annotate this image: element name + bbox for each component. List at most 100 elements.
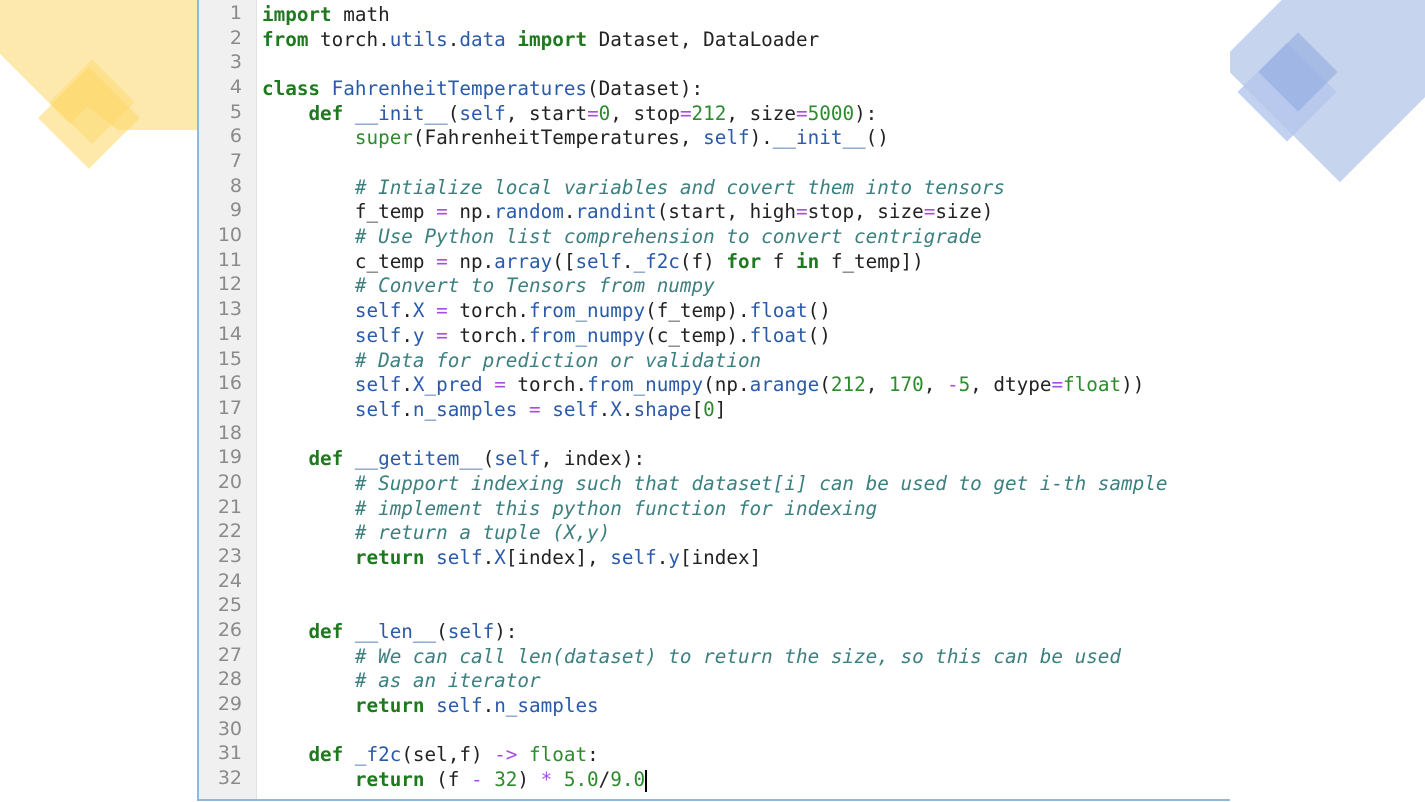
code-line[interactable]: # implement this python function for ind… bbox=[262, 496, 877, 521]
token-text: ) bbox=[517, 768, 541, 792]
code-line[interactable]: class FahrenheitTemperatures(Dataset): bbox=[262, 76, 703, 101]
token-text: f bbox=[761, 249, 797, 273]
token-text: . bbox=[447, 27, 460, 51]
line-number: 25 bbox=[217, 594, 242, 617]
token-text: . bbox=[482, 545, 495, 569]
line-number: 3 bbox=[229, 51, 242, 74]
code-line[interactable]: def __getitem__(self, index): bbox=[262, 446, 645, 471]
code-line[interactable]: self.y = torch.from_numpy(c_temp).float(… bbox=[262, 323, 831, 348]
code-line[interactable]: from torch.utils.data import Dataset, Da… bbox=[262, 27, 819, 52]
token-operator: = bbox=[436, 299, 448, 323]
token-comment: # Convert to Tensors from numpy bbox=[354, 274, 715, 298]
token-identifier: _f2c bbox=[633, 249, 680, 273]
token-operator: * bbox=[540, 768, 553, 792]
token-text: () bbox=[865, 126, 889, 150]
line-number: 7 bbox=[229, 150, 242, 173]
token-identifier: __init__ bbox=[354, 101, 448, 125]
token-identifier: self bbox=[354, 323, 402, 347]
code-line[interactable]: def __len__(self): bbox=[262, 619, 517, 644]
token-keyword: for bbox=[726, 249, 762, 273]
line-number: 31 bbox=[217, 742, 242, 765]
line-number: 12 bbox=[217, 273, 242, 296]
token-comment: # return a tuple (X,y) bbox=[354, 521, 611, 545]
code-line[interactable]: # Use Python list comprehension to conve… bbox=[262, 224, 982, 249]
token-identifier: utils bbox=[389, 27, 448, 51]
token-text: (Dataset): bbox=[587, 77, 704, 101]
token-number: 0 bbox=[703, 397, 715, 421]
token-text: (f_temp). bbox=[645, 299, 750, 323]
token-text: , start bbox=[505, 101, 588, 125]
code-line[interactable]: # Intialize local variables and covert t… bbox=[262, 175, 1005, 200]
code-line[interactable]: self.n_samples = self.X.shape[0] bbox=[262, 397, 727, 422]
token-identifier: __getitem__ bbox=[354, 447, 483, 471]
line-number: 21 bbox=[217, 495, 242, 518]
line-number: 20 bbox=[217, 470, 242, 493]
token-text: )) bbox=[1121, 373, 1145, 397]
token-operator: -> bbox=[494, 743, 518, 767]
code-line[interactable]: # Data for prediction or validation bbox=[262, 348, 761, 373]
token-identifier: self bbox=[447, 620, 495, 643]
token-keyword: return bbox=[354, 768, 425, 792]
token-comment: # Data for prediction or validation bbox=[354, 348, 762, 372]
token-text: , stop bbox=[610, 101, 680, 125]
line-number: 2 bbox=[229, 26, 242, 49]
code-line[interactable]: return (f - 32) * 5.0/9.0 bbox=[262, 767, 648, 792]
code-line[interactable]: self.X_pred = torch.from_numpy(np.arange… bbox=[262, 372, 1144, 397]
token-operator: = bbox=[436, 323, 448, 347]
line-number: 16 bbox=[217, 372, 242, 395]
code-editor[interactable]: 1 2 3 4 5 6 7 8 9 10 11 12 13 14 15 16 17 18 19 20 21 22 23 24 2… bbox=[197, 0, 1230, 801]
token-text: f_temp bbox=[262, 200, 437, 224]
line-number: 11 bbox=[217, 248, 242, 271]
code-line[interactable]: def _f2c(sel,f) -> float: bbox=[262, 742, 598, 767]
code-line[interactable]: return self.X[index], self.y[index] bbox=[262, 545, 761, 570]
code-line[interactable]: super(FahrenheitTemperatures, self).__in… bbox=[262, 125, 889, 150]
code-line[interactable]: # Support indexing such that dataset[i] … bbox=[262, 471, 1168, 496]
line-number: 23 bbox=[217, 544, 242, 567]
code-line[interactable]: import math bbox=[262, 2, 390, 27]
token-operator: - bbox=[470, 768, 483, 792]
token-keyword: import bbox=[262, 3, 332, 26]
token-identifier: randint bbox=[575, 200, 657, 224]
token-text: . bbox=[621, 397, 634, 421]
token-identifier: from_numpy bbox=[587, 373, 704, 397]
token-text: [index], bbox=[505, 545, 611, 569]
code-line[interactable]: self.X = torch.from_numpy(f_temp).float(… bbox=[262, 298, 831, 323]
token-text: () bbox=[807, 299, 831, 323]
token-text: , bbox=[865, 373, 889, 397]
token-text: . bbox=[563, 200, 576, 224]
line-number: 17 bbox=[217, 396, 242, 419]
code-line[interactable]: # return a tuple (X,y) bbox=[262, 520, 610, 545]
code-line[interactable]: c_temp = np.array([self._f2c(f) for f in… bbox=[262, 249, 924, 274]
code-line[interactable]: # Convert to Tensors from numpy bbox=[262, 273, 715, 298]
token-identifier: y bbox=[668, 545, 680, 569]
token-operator: = bbox=[529, 397, 541, 421]
token-comment: # Intialize local variables and covert t… bbox=[354, 175, 1005, 199]
code-line[interactable]: # We can call len(dataset) to return the… bbox=[262, 644, 1121, 669]
token-text: torch. bbox=[447, 323, 530, 347]
token-identifier: self bbox=[354, 373, 402, 397]
code-line[interactable]: def __init__(self, start=0, stop=212, si… bbox=[262, 101, 877, 126]
token-number: 212 bbox=[830, 373, 866, 397]
token-keyword: def bbox=[308, 620, 344, 643]
code-line[interactable]: return self.n_samples bbox=[262, 693, 599, 718]
token-text: . bbox=[401, 397, 413, 421]
line-number: 32 bbox=[217, 767, 242, 790]
code-line[interactable]: f_temp = np.random.randint(start, high=s… bbox=[262, 199, 994, 224]
code-line[interactable]: # as an iterator bbox=[262, 668, 541, 693]
